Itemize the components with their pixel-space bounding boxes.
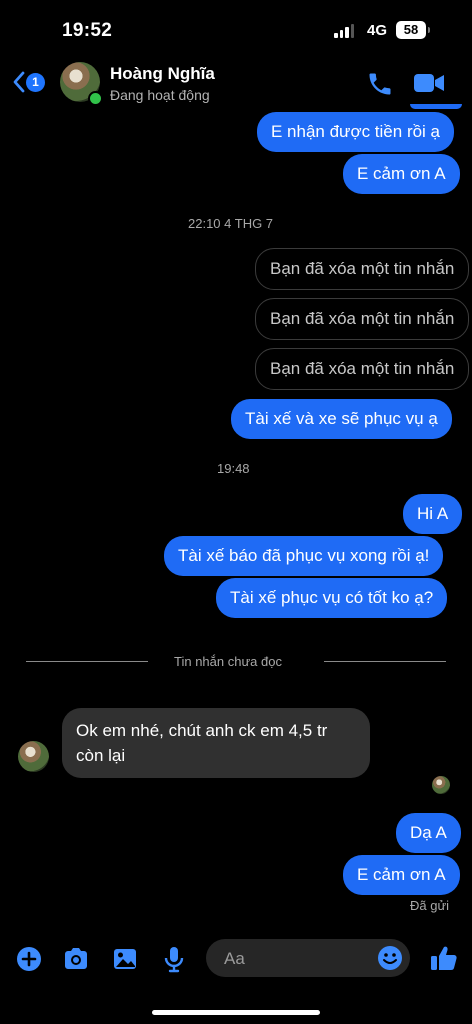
message-input-box[interactable]: [206, 939, 410, 977]
phone-icon[interactable]: [366, 70, 394, 98]
timestamp: 19:48: [217, 461, 250, 476]
message-outgoing[interactable]: E cảm ơn A: [343, 154, 460, 194]
chat-header: 1 Hoàng Nghĩa Đang hoạt động: [0, 56, 472, 112]
contact-name[interactable]: Hoàng Nghĩa: [110, 64, 215, 84]
status-bar: 19:52 4G 58: [0, 0, 472, 56]
emoji-icon[interactable]: [377, 945, 403, 971]
thumbs-up-icon[interactable]: [429, 943, 459, 973]
composer-bar: [0, 935, 472, 985]
network-type: 4G: [367, 22, 388, 39]
image-icon[interactable]: [111, 945, 139, 973]
contact-status: Đang hoạt động: [110, 87, 210, 103]
message-outgoing[interactable]: Tài xế và xe sẽ phục vụ ạ: [231, 399, 452, 439]
status-time: 19:52: [62, 20, 113, 41]
message-input[interactable]: [222, 947, 376, 971]
message-incoming[interactable]: Ok em nhé, chút anh ck em 4,5 tr còn lại: [62, 708, 370, 778]
back-button[interactable]: 1: [12, 70, 48, 96]
divider-line: [26, 661, 148, 662]
delivery-status: Đã gửi: [410, 898, 450, 913]
contact-avatar-small[interactable]: [18, 741, 49, 772]
online-indicator: [88, 91, 103, 106]
message-outgoing[interactable]: Tài xế phục vụ có tốt ko ạ?: [216, 578, 448, 618]
camera-icon[interactable]: [62, 945, 90, 973]
plus-circle-icon[interactable]: [15, 945, 43, 973]
message-outgoing[interactable]: Tài xế báo đã phục vụ xong rồi ạ!: [164, 536, 444, 576]
video-camera-icon[interactable]: [413, 70, 445, 96]
deleted-message[interactable]: Bạn đã xóa một tin nhắn: [255, 248, 470, 290]
timestamp: 22:10 4 THG 7: [188, 216, 274, 231]
message-outgoing[interactable]: E cảm ơn A: [343, 855, 460, 895]
home-indicator: [152, 1010, 320, 1015]
unread-count-badge: 1: [26, 73, 45, 92]
divider-line: [324, 661, 446, 662]
read-receipt-avatar: [432, 776, 450, 794]
message-outgoing[interactable]: E nhận được tiền rồi ạ: [257, 112, 455, 152]
deleted-message[interactable]: Bạn đã xóa một tin nhắn: [255, 298, 470, 340]
chevron-left-icon: [13, 71, 25, 93]
microphone-icon[interactable]: [160, 945, 188, 973]
unread-divider-label: Tin nhắn chưa đọc: [174, 654, 282, 669]
battery-icon: 58: [396, 21, 430, 39]
message-outgoing[interactable]: Hi A: [403, 494, 463, 534]
message-bubble-partial: [410, 104, 462, 109]
deleted-message[interactable]: Bạn đã xóa một tin nhắn: [255, 348, 470, 390]
message-outgoing[interactable]: Dạ A: [396, 813, 461, 853]
signal-icon: [334, 24, 354, 38]
